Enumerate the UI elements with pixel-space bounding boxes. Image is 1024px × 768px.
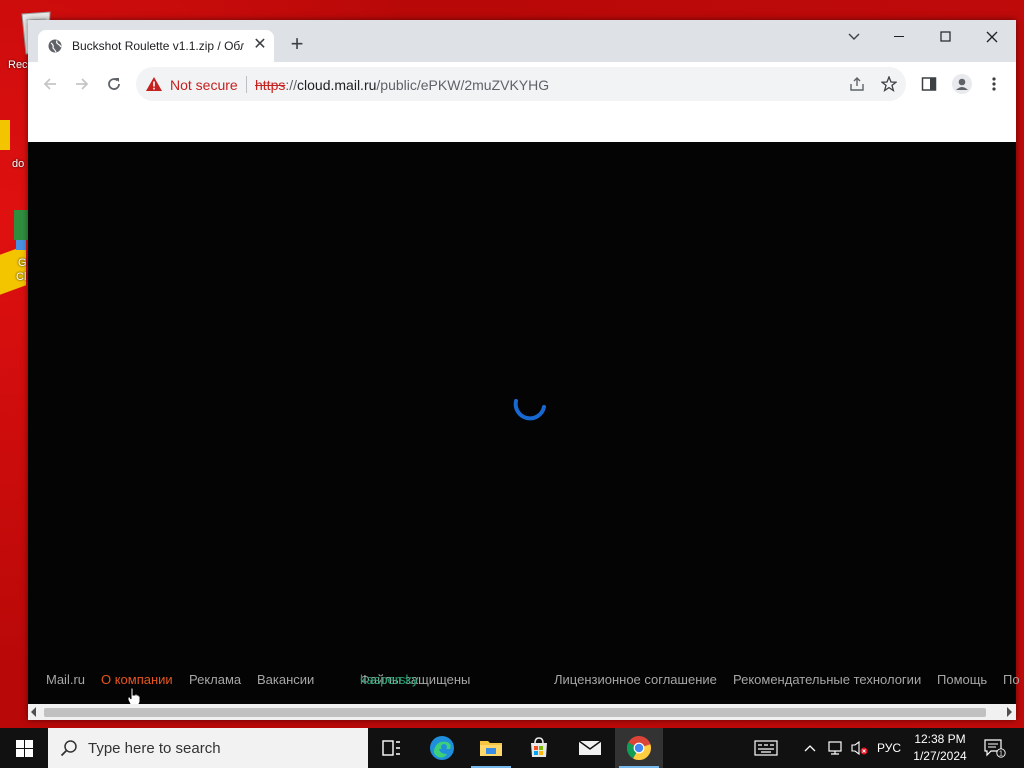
- back-button[interactable]: [38, 72, 62, 96]
- edge-icon: [430, 736, 454, 760]
- omnibox-divider: [246, 76, 247, 93]
- arrow-right-icon: [76, 78, 89, 90]
- close-tab-icon[interactable]: ✕: [250, 35, 270, 55]
- volume-muted-icon: [851, 740, 868, 756]
- desktop-icon-label[interactable]: G: [18, 257, 27, 269]
- profile-avatar-icon[interactable]: [952, 74, 972, 94]
- scrollbar-thumb[interactable]: [44, 708, 986, 717]
- footer-link-tech[interactable]: Рекомендательные технологии: [733, 672, 921, 687]
- url-scheme: https: [255, 77, 286, 93]
- new-tab-button[interactable]: +: [286, 33, 308, 56]
- chevron-down-icon: [848, 33, 860, 40]
- footer-link-about[interactable]: О компании: [101, 672, 173, 687]
- desktop-decoration: [0, 120, 10, 150]
- search-placeholder: Type here to search: [88, 740, 221, 757]
- arrow-left-icon: [43, 78, 56, 90]
- taskbar-clock[interactable]: 12:38 PM 1/27/2024: [906, 731, 974, 765]
- tab-strip: Buckshot Roulette v1.1.zip / Обл ✕ +: [28, 20, 1016, 62]
- network-status-button[interactable]: [823, 728, 847, 768]
- menu-kebab-icon[interactable]: [984, 74, 1004, 94]
- scroll-left-icon[interactable]: [31, 707, 36, 717]
- desktop-decoration: [0, 245, 26, 295]
- chrome-taskbar-button[interactable]: [615, 728, 663, 768]
- browser-toolbar: Not secure https://cloud.mail.ru/public/…: [28, 62, 1016, 106]
- security-status[interactable]: Not secure: [170, 77, 238, 93]
- bookmark-star-icon[interactable]: [880, 75, 898, 93]
- notification-count: 1: [999, 751, 1003, 758]
- horizontal-scrollbar[interactable]: [28, 704, 1016, 720]
- loading-spinner-icon: [510, 387, 546, 421]
- maximize-button[interactable]: [924, 24, 968, 50]
- search-icon: [60, 739, 78, 762]
- browser-tab[interactable]: Buckshot Roulette v1.1.zip / Обл ✕: [38, 30, 274, 62]
- desktop-icon-label[interactable]: do: [12, 158, 24, 170]
- keyboard-icon: [754, 740, 778, 756]
- start-button[interactable]: [0, 728, 48, 768]
- footer-link-jobs[interactable]: Вакансии: [257, 672, 314, 687]
- input-language-button[interactable]: РУС: [874, 728, 904, 768]
- side-panel-icon[interactable]: [919, 74, 939, 94]
- desktop-icon-label[interactable]: Rec: [8, 59, 28, 71]
- notification-icon: 1: [984, 739, 1006, 758]
- url-text[interactable]: https://cloud.mail.ru/public/ePKW/2muZVK…: [255, 77, 549, 93]
- show-hidden-icons-button[interactable]: [800, 728, 820, 768]
- page-content: Mail.ru О компании Реклама Вакансии Файл…: [28, 142, 1020, 707]
- mail-taskbar-button[interactable]: [566, 728, 614, 768]
- footer-link-license[interactable]: Лицензионное соглашение: [554, 672, 717, 687]
- url-host: cloud.mail.ru: [297, 77, 377, 93]
- taskbar-search-box[interactable]: Type here to search: [48, 728, 368, 768]
- footer-link-help[interactable]: Помощь: [937, 672, 987, 687]
- task-view-button[interactable]: [368, 728, 416, 768]
- task-view-icon: [382, 740, 400, 756]
- warning-icon[interactable]: [146, 77, 162, 91]
- globe-icon: [48, 39, 62, 53]
- minimize-button[interactable]: [878, 24, 922, 50]
- store-taskbar-button[interactable]: [515, 728, 563, 768]
- file-explorer-taskbar-button[interactable]: [467, 728, 515, 768]
- tab-title: Buckshot Roulette v1.1.zip / Обл: [72, 39, 244, 53]
- share-icon[interactable]: [848, 75, 866, 93]
- chevron-up-icon: [804, 745, 816, 752]
- reload-button[interactable]: [102, 72, 126, 96]
- desktop-icon-label[interactable]: Cl: [16, 271, 26, 283]
- url-separator: ://: [285, 77, 298, 93]
- maximize-icon: [940, 31, 951, 42]
- virtual-keyboard-button[interactable]: [752, 728, 780, 768]
- kaspersky-logo[interactable]: kaspersky: [360, 672, 419, 687]
- footer-link-ads[interactable]: Реклама: [189, 672, 241, 687]
- windows-logo-icon: [15, 739, 33, 757]
- action-center-button[interactable]: 1: [980, 728, 1010, 768]
- clock-time: 12:38 PM: [914, 732, 966, 746]
- minimize-icon: [894, 36, 904, 37]
- address-bar[interactable]: Not secure https://cloud.mail.ru/public/…: [136, 67, 906, 101]
- reload-icon: [108, 78, 120, 90]
- scroll-right-icon[interactable]: [1007, 707, 1012, 717]
- store-icon: [531, 737, 547, 757]
- page-header-strip: [28, 106, 1016, 142]
- url-path: /public/ePKW/2muZVKYHG: [376, 77, 550, 93]
- close-icon: [986, 31, 998, 43]
- footer-link-mailru[interactable]: Mail.ru: [46, 672, 85, 687]
- folder-icon: [480, 741, 502, 756]
- taskbar: Type here to search РУС 12:38 PM 1/27/20…: [0, 728, 1024, 768]
- chrome-icon: [626, 736, 651, 760]
- forward-button[interactable]: [70, 72, 94, 96]
- tab-search-button[interactable]: [832, 24, 876, 50]
- mail-icon: [578, 740, 602, 755]
- browser-window: Buckshot Roulette v1.1.zip / Обл ✕ + Not…: [28, 20, 1020, 720]
- page-footer: Mail.ru О компании Реклама Вакансии Файл…: [28, 672, 1020, 694]
- network-icon: [828, 741, 842, 755]
- edge-taskbar-button[interactable]: [418, 728, 466, 768]
- close-window-button[interactable]: [970, 24, 1014, 50]
- volume-button[interactable]: [848, 728, 872, 768]
- footer-link-more[interactable]: По: [1003, 672, 1020, 687]
- clock-date: 1/27/2024: [913, 749, 967, 763]
